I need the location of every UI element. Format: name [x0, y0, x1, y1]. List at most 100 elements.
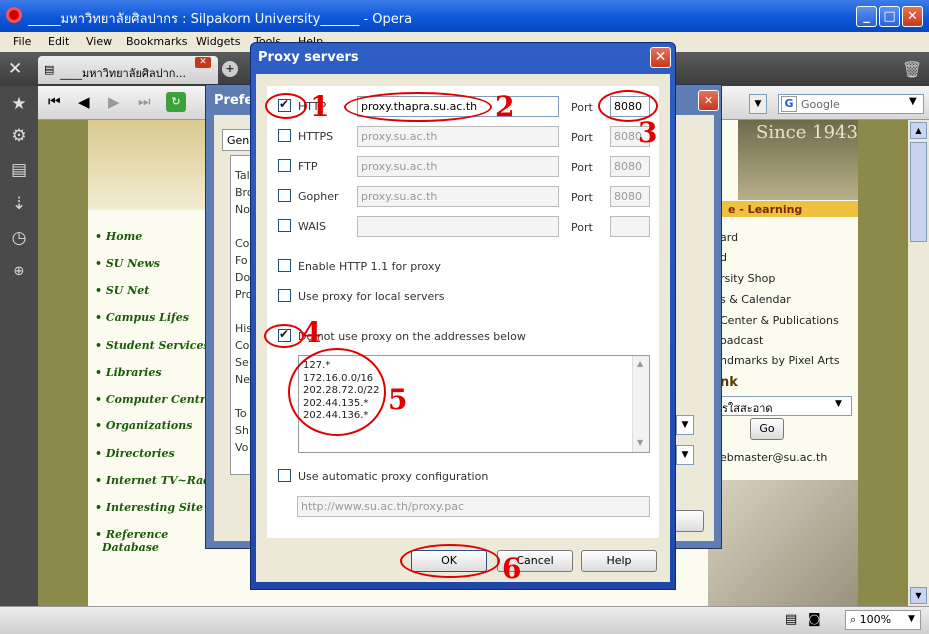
preferences-close-button[interactable]: ✕ — [698, 90, 719, 111]
ftp-port-input[interactable]: 8080 — [610, 156, 650, 177]
new-tab-icon[interactable]: + — [222, 61, 238, 77]
wais-port-input[interactable] — [610, 216, 650, 237]
page-scrollbar[interactable]: ▲ ▼ — [908, 120, 929, 606]
fast-forward-icon[interactable]: ⏭ — [138, 94, 151, 110]
ftp-host-input[interactable]: proxy.su.ac.th — [357, 156, 559, 177]
menu-edit[interactable]: Edit — [48, 35, 69, 48]
nav-su-news[interactable]: • SU News — [95, 257, 160, 270]
rewind-icon[interactable]: ⏮ — [48, 94, 61, 110]
nav-database[interactable]: Database — [102, 541, 159, 554]
prefs-item: No — [235, 203, 250, 216]
zoom-dropdown-icon: ▼ — [908, 614, 915, 624]
annotation-ring — [265, 93, 307, 119]
notes-icon[interactable]: ▤ — [9, 160, 29, 180]
http11-checkbox[interactable] — [278, 259, 291, 272]
history-clock-icon[interactable]: ◷ — [9, 228, 29, 248]
search-field[interactable]: G Google ▼ — [778, 94, 924, 114]
preferences-title: Prefe — [214, 93, 254, 108]
maximize-button[interactable]: □ — [879, 6, 900, 27]
wais-host-input[interactable] — [357, 216, 559, 237]
minimize-button[interactable]: _ — [856, 6, 877, 27]
bookmarks-star-icon[interactable]: ★ — [9, 94, 29, 114]
nav-internet-tv-radio[interactable]: • Internet TV~Radio — [95, 474, 222, 487]
menu-file[interactable]: File — [13, 35, 31, 48]
menu-view[interactable]: View — [86, 35, 112, 48]
address-dropdown-icon[interactable]: ▼ — [749, 94, 767, 114]
tab-active[interactable]: ▤ ____มหาวิทยาลัยศิลปาก... ✕ — [38, 56, 218, 84]
nav-libraries[interactable]: • Libraries — [95, 366, 162, 379]
nav-campus-lifes[interactable]: • Campus Lifes — [95, 311, 189, 324]
back-icon[interactable]: ◀ — [78, 93, 90, 111]
window-title: _____มหาวิทยาลัยศิลปากร : Silpakorn Univ… — [28, 12, 413, 27]
https-checkbox[interactable] — [278, 129, 291, 142]
prefs-item: Se — [235, 356, 249, 369]
scroll-up-icon[interactable]: ▲ — [637, 359, 643, 368]
widgets-gear-icon[interactable]: ⚙ — [9, 126, 29, 146]
https-host-input[interactable]: proxy.su.ac.th — [357, 126, 559, 147]
annotation-ring — [264, 324, 304, 348]
auto-config-url-input[interactable]: http://www.su.ac.th/proxy.pac — [297, 496, 650, 517]
search-dropdown-icon[interactable]: ▼ — [909, 96, 917, 107]
right-link-publications[interactable]: Center & Publications — [720, 314, 839, 327]
nav-organizations[interactable]: • Organizations — [95, 419, 192, 432]
right-link-calendar[interactable]: s & Calendar — [720, 293, 791, 306]
forward-icon[interactable]: ▶ — [108, 93, 120, 111]
prefs-item: Tal — [235, 169, 250, 182]
camera-icon[interactable]: ◙ — [808, 612, 821, 627]
gopher-port-label: Port — [571, 191, 593, 204]
panel-toggle-icon[interactable]: ✕ — [8, 59, 22, 79]
wais-checkbox[interactable] — [278, 219, 291, 232]
help-button[interactable]: Help — [581, 550, 657, 572]
prefs-item: To — [235, 407, 247, 420]
scroll-down-icon[interactable]: ▼ — [910, 587, 927, 604]
add-panel-icon[interactable]: ⊕ — [9, 262, 29, 282]
nav-home[interactable]: • Home — [95, 230, 142, 243]
gopher-port-input[interactable]: 8080 — [610, 186, 650, 207]
scroll-up-icon[interactable]: ▲ — [910, 122, 927, 139]
reload-icon[interactable]: ↻ — [166, 92, 186, 112]
nav-interesting-site[interactable]: • Interesting Site — [95, 501, 203, 514]
right-link-broadcast[interactable]: oadcast — [720, 334, 763, 347]
trash-icon[interactable]: 🗑 — [902, 60, 922, 79]
gopher-label: Gopher — [298, 190, 339, 203]
gopher-host-input[interactable]: proxy.su.ac.th — [357, 186, 559, 207]
annotation-ring — [400, 544, 500, 578]
local-servers-checkbox[interactable] — [278, 289, 291, 302]
nav-reference[interactable]: • Reference — [95, 528, 168, 541]
nav-student-services[interactable]: • Student Services — [95, 339, 210, 352]
zoom-control[interactable]: ⌕ 100% ▼ — [845, 610, 921, 630]
prefs-dropdown-icon[interactable]: ▼ — [676, 445, 694, 465]
menu-bookmarks[interactable]: Bookmarks — [126, 35, 187, 48]
gopher-checkbox[interactable] — [278, 189, 291, 202]
go-button[interactable]: Go — [750, 418, 784, 440]
zoom-magnifier-icon: ⌕ — [850, 613, 857, 626]
site-select[interactable]: รใสสะอาด ▼ — [718, 396, 852, 416]
tab-label: ____มหาวิทยาลัยศิลปาก... — [60, 67, 186, 80]
scroll-thumb[interactable] — [910, 142, 927, 242]
proxy-close-button[interactable]: ✕ — [650, 47, 671, 68]
ftp-checkbox[interactable] — [278, 159, 291, 172]
prefs-item: Fo — [235, 254, 248, 267]
auto-config-checkbox[interactable] — [278, 469, 291, 482]
page-icon: ▤ — [44, 63, 55, 76]
nav-computer-centre[interactable]: • Computer Centre — [95, 393, 213, 406]
right-link-shop[interactable]: rsity Shop — [720, 272, 775, 285]
scroll-down-icon[interactable]: ▼ — [637, 438, 643, 447]
prefs-dropdown-icon[interactable]: ▼ — [676, 415, 694, 435]
zoom-value: 100% — [859, 613, 892, 626]
webmaster-email[interactable]: ebmaster@su.ac.th — [720, 451, 827, 464]
nav-directories[interactable]: • Directories — [95, 447, 175, 460]
transfers-icon[interactable]: ⇣ — [9, 194, 29, 214]
link-heading: nk — [720, 375, 738, 390]
speeddial-icon[interactable]: ▤ — [785, 612, 797, 627]
http11-label: Enable HTTP 1.1 for proxy — [298, 260, 441, 273]
elearning-label[interactable]: e - Learning — [728, 203, 802, 216]
address-list-scrollbar[interactable]: ▲ ▼ — [632, 356, 649, 452]
menu-widgets[interactable]: Widgets — [196, 35, 240, 48]
tab-close-icon[interactable]: ✕ — [195, 57, 211, 68]
prefs-item: Ne — [235, 373, 250, 386]
nav-su-net[interactable]: • SU Net — [95, 284, 149, 297]
right-link-board[interactable]: ard — [720, 231, 738, 244]
close-window-button[interactable]: ✕ — [902, 6, 923, 27]
right-link-landmarks[interactable]: ndmarks by Pixel Arts — [720, 354, 840, 367]
